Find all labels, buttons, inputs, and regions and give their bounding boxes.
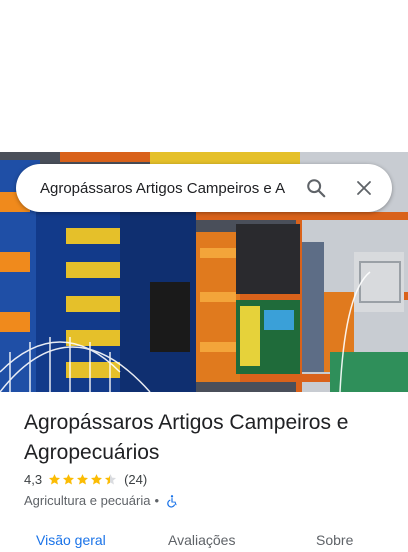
reviews-count[interactable]: (24) [124,472,147,487]
place-info-panel: Agropássaros Artigos Campeiros e Agropec… [0,392,408,548]
place-title: Agropássaros Artigos Campeiros e Agropec… [24,411,349,464]
separator-dot: • [154,493,160,508]
rating-value: 4,3 [24,472,43,487]
star-icon [91,474,103,485]
search-input[interactable]: Agropássaros Artigos Campeiros e A [40,180,292,197]
rating-row[interactable]: 4,3 (24) [24,472,147,487]
search-bar[interactable]: Agropássaros Artigos Campeiros e A [16,164,392,212]
category-label: Agricultura e pecuária [24,493,151,508]
place-tabs: Visão geral Avaliações Sobre [0,532,408,552]
wheelchair-icon [167,494,177,508]
star-icon [63,474,75,485]
star-rating [48,473,118,486]
tab-about[interactable]: Sobre [316,532,353,548]
tab-overview[interactable]: Visão geral [36,532,106,548]
map-blank-area [0,0,408,152]
tab-reviews[interactable]: Avaliações [168,532,235,548]
star-half-icon [105,474,117,485]
search-icon[interactable] [304,176,328,200]
category-row: Agricultura e pecuária • [24,493,179,508]
star-icon [49,474,61,485]
star-icon [77,474,89,485]
close-icon[interactable] [352,176,376,200]
